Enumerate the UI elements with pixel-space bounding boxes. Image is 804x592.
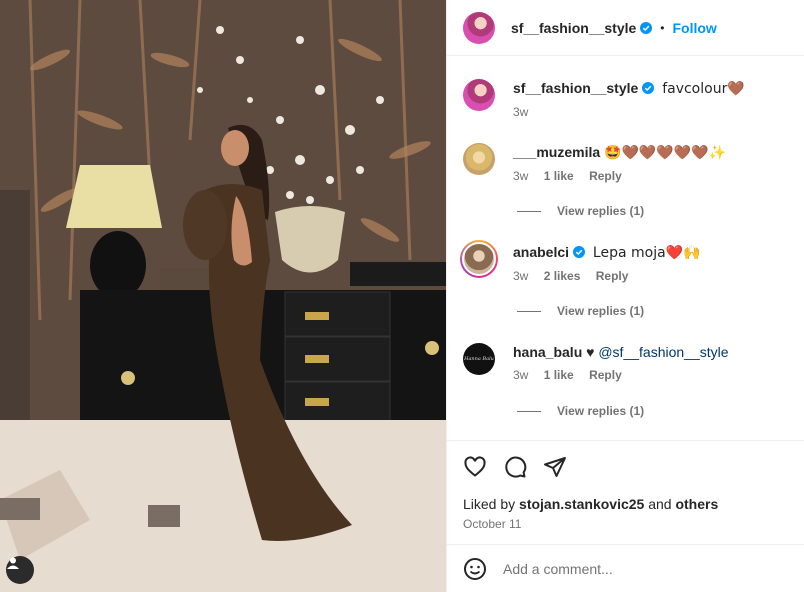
comment-likes[interactable]: 1 like <box>544 169 574 183</box>
comment-likes[interactable]: 1 like <box>544 368 574 382</box>
verified-icon <box>642 82 655 94</box>
reply-button[interactable]: Reply <box>589 368 622 382</box>
view-replies-label: View replies (1) <box>557 404 645 418</box>
comment-text: Lepa moja❤️🙌 <box>592 245 701 261</box>
author-username[interactable]: sf__fashion__style <box>511 20 636 36</box>
author-avatar[interactable] <box>463 11 495 44</box>
comment-item: Hanna Balu hana_balu ♥ @sf__fashion__sty… <box>463 343 788 384</box>
commenter-avatar[interactable] <box>460 240 498 278</box>
emoji-icon[interactable] <box>463 557 487 581</box>
add-comment-bar <box>447 544 804 592</box>
replies-line <box>517 310 541 312</box>
comment-input[interactable] <box>503 560 763 577</box>
post-image[interactable] <box>0 0 446 592</box>
caption-text: favcolour🤎 <box>662 81 745 97</box>
reply-button[interactable]: Reply <box>596 269 629 283</box>
author-avatar[interactable] <box>463 79 495 111</box>
post-caption: sf__fashion__style favcolour🤎 3w <box>463 79 788 121</box>
likes-summary: Liked by stojan.stankovic25 and others <box>463 496 718 512</box>
post-actions: Liked by stojan.stankovic25 and others O… <box>447 440 804 544</box>
comments-list[interactable]: sf__fashion__style favcolour🤎 3w ___muze… <box>447 56 804 440</box>
liked-prefix: Liked by <box>463 496 516 512</box>
comment-time: 3w <box>513 368 529 382</box>
comment-text: 🤩🤎🤎🤎🤎🤎✨ <box>604 145 727 161</box>
post-side-panel: sf__fashion__style • Follow sf__fashion_… <box>446 0 804 592</box>
liked-and: and <box>648 496 672 512</box>
post-date[interactable]: October 11 <box>463 517 521 531</box>
comment-likes[interactable]: 2 likes <box>544 269 581 283</box>
comment-username[interactable]: anabelci <box>513 244 569 260</box>
commenter-avatar[interactable]: Hanna Balu <box>463 343 495 375</box>
comment-time: 3w <box>513 169 529 183</box>
heart-icon[interactable] <box>463 455 487 479</box>
photo-illustration <box>0 0 446 592</box>
commenter-avatar[interactable] <box>463 143 495 175</box>
liked-user[interactable]: stojan.stankovic25 <box>519 496 644 512</box>
follow-button[interactable]: Follow <box>673 20 717 36</box>
tag-user-button[interactable] <box>6 556 34 584</box>
heart-glyph: ♥ <box>586 344 595 360</box>
comment-item: ___muzemila 🤩🤎🤎🤎🤎🤎✨ 3w 1 like Reply <box>463 143 788 185</box>
view-replies-label: View replies (1) <box>557 204 645 218</box>
replies-line <box>517 410 541 412</box>
comment-item: anabelci Lepa moja❤️🙌 3w 2 likes Reply <box>460 240 788 285</box>
comment-time: 3w <box>513 269 529 283</box>
share-icon[interactable] <box>543 455 567 479</box>
reply-button[interactable]: Reply <box>589 169 622 183</box>
replies-line <box>517 210 541 212</box>
comment-icon[interactable] <box>503 455 527 479</box>
comment-mention[interactable]: @sf__fashion__style <box>598 344 728 360</box>
caption-time: 3w <box>513 105 529 119</box>
view-replies-button[interactable]: View replies (1) <box>517 204 644 218</box>
verified-icon <box>640 21 653 34</box>
comment-username[interactable]: hana_balu <box>513 344 582 360</box>
view-replies-label: View replies (1) <box>557 304 645 318</box>
view-replies-button[interactable]: View replies (1) <box>517 304 644 318</box>
avatar-logo-text: Hanna Balu <box>464 356 494 362</box>
tag-user-icon <box>7 557 19 569</box>
caption-username[interactable]: sf__fashion__style <box>513 80 638 96</box>
header-separator: • <box>660 20 665 35</box>
verified-icon <box>573 246 586 258</box>
view-replies-button[interactable]: View replies (1) <box>517 404 644 418</box>
post-header: sf__fashion__style • Follow <box>447 0 804 56</box>
liked-others[interactable]: others <box>675 496 718 512</box>
comment-username[interactable]: ___muzemila <box>513 144 600 160</box>
